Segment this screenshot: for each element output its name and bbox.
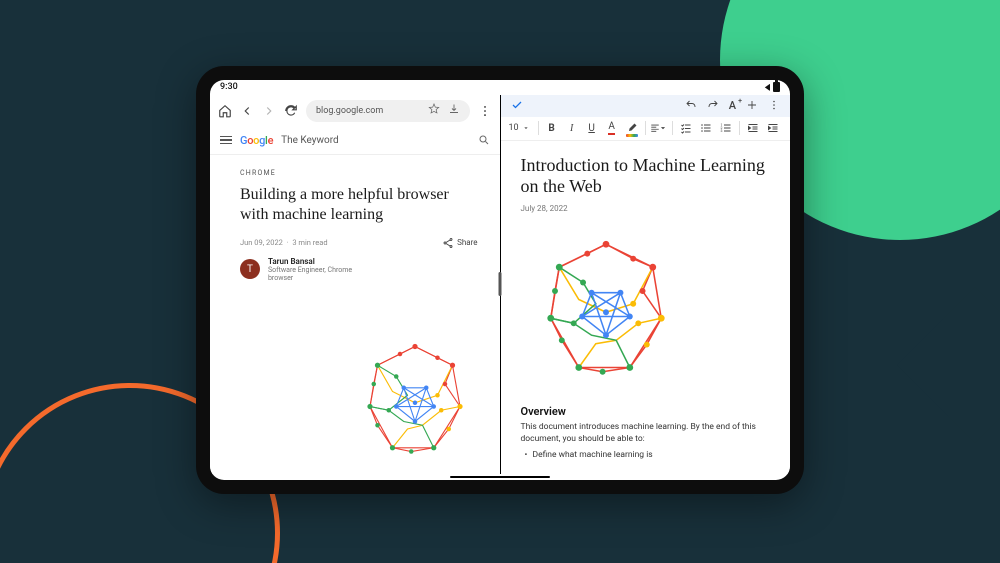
reload-icon[interactable] — [284, 104, 298, 118]
menu-icon[interactable] — [220, 136, 232, 145]
star-icon[interactable] — [428, 103, 440, 118]
download-icon[interactable] — [448, 103, 460, 118]
battery-icon — [773, 82, 780, 92]
undo-icon[interactable] — [685, 96, 697, 115]
document-title[interactable]: Introduction to Machine Learning on the … — [521, 155, 771, 198]
checklist-icon[interactable] — [677, 119, 695, 137]
article-meta: Jun 09, 2022 · 3 min read — [240, 238, 328, 247]
back-icon[interactable] — [240, 104, 254, 118]
article-headline: Building a more helpful browser with mac… — [240, 185, 478, 225]
overflow-icon[interactable] — [478, 104, 492, 118]
document-date[interactable]: July 28, 2022 — [521, 204, 771, 213]
nav-bar[interactable] — [210, 474, 790, 480]
category-label: CHROME — [240, 169, 478, 177]
highlight-icon[interactable] — [623, 119, 641, 137]
paragraph-text[interactable]: This document introduces machine learnin… — [521, 422, 771, 446]
browser-pane: blog.google.com Google The Keyword — [210, 95, 500, 474]
list-item[interactable]: Define what machine learning is — [521, 450, 771, 460]
site-section: The Keyword — [281, 135, 339, 146]
outdent-icon[interactable] — [744, 119, 762, 137]
section-heading[interactable]: Overview — [521, 405, 771, 418]
text-format-icon[interactable]: A+ — [729, 99, 736, 112]
font-size-selector[interactable]: 10 — [509, 123, 530, 133]
url-bar[interactable]: blog.google.com — [306, 100, 470, 122]
share-button[interactable]: Share — [442, 237, 477, 249]
author-avatar: T — [240, 259, 260, 279]
redo-icon[interactable] — [707, 96, 719, 115]
signal-icon — [760, 84, 770, 91]
underline-icon[interactable]: U — [583, 119, 601, 137]
forward-icon[interactable] — [262, 104, 276, 118]
home-icon[interactable] — [218, 104, 232, 118]
bullet-list-icon[interactable] — [697, 119, 715, 137]
done-icon[interactable] — [511, 96, 523, 115]
url-text: blog.google.com — [316, 106, 383, 116]
indent-icon[interactable] — [764, 119, 782, 137]
split-handle[interactable] — [499, 272, 502, 296]
bold-icon[interactable]: B — [543, 119, 561, 137]
insert-icon[interactable] — [746, 96, 758, 115]
text-color-icon[interactable]: A — [603, 119, 621, 137]
author-name: Tarun Bansal — [268, 257, 368, 266]
italic-icon[interactable]: I — [563, 119, 581, 137]
status-time: 9:30 — [220, 82, 238, 92]
status-bar: 9:30 — [210, 80, 790, 95]
svg-text:3: 3 — [720, 129, 722, 133]
search-icon[interactable] — [478, 131, 490, 150]
align-icon[interactable] — [650, 119, 668, 137]
tablet-frame: 9:30 blog.google.com — [196, 66, 804, 494]
numbered-list-icon[interactable]: 123 — [717, 119, 735, 137]
docs-overflow-icon[interactable] — [768, 96, 780, 115]
docs-pane: A+ 10 B I U A — [501, 95, 791, 474]
article-hero-image — [340, 324, 490, 474]
document-image[interactable] — [521, 223, 691, 393]
google-logo: Google — [240, 134, 273, 147]
author-role: Software Engineer, Chrome browser — [268, 266, 368, 283]
